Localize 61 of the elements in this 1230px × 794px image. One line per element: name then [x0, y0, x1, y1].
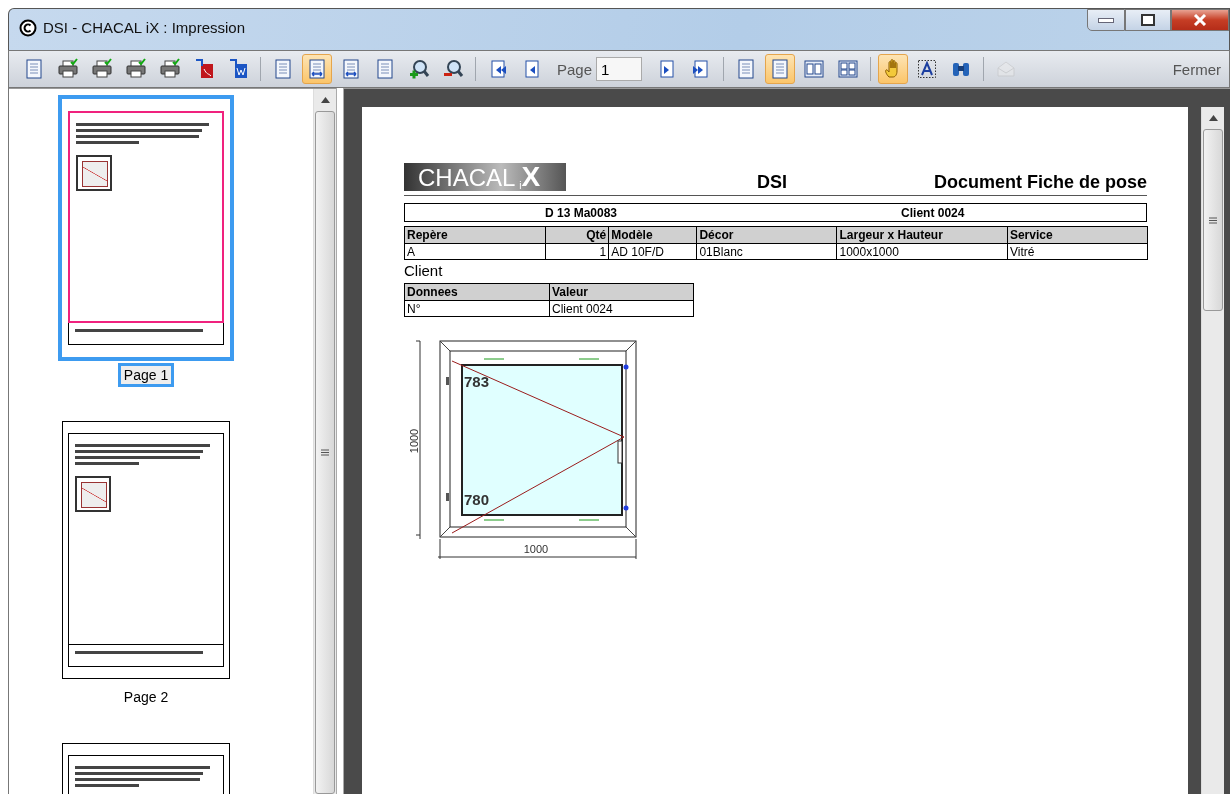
window-title: DSI - CHACAL iX : Impression	[43, 19, 245, 36]
section-heading: Client	[404, 262, 443, 279]
grip-icon	[1209, 216, 1217, 224]
width-dimension: 1000	[523, 543, 549, 555]
text-select-icon	[916, 58, 939, 80]
dimension-label: 783	[464, 373, 490, 390]
word-export-icon	[227, 58, 249, 80]
page-icon	[374, 58, 396, 80]
column-header: Qté	[545, 226, 609, 244]
four-pages-icon	[837, 58, 860, 80]
printer-icon	[125, 58, 147, 80]
page-number-field[interactable]: 1	[596, 57, 643, 81]
zoom-in-icon	[408, 58, 430, 80]
scrollbar[interactable]	[1201, 107, 1224, 794]
page-thumbnail[interactable]	[58, 95, 234, 361]
printer-icon	[57, 58, 79, 80]
zoom-out-icon	[442, 58, 464, 80]
height-dimension: 1000	[408, 428, 420, 454]
scroll-up-icon[interactable]	[1208, 115, 1218, 121]
table-cell: 1	[545, 243, 609, 260]
close-icon	[1193, 14, 1207, 26]
column-header: Service	[1007, 226, 1148, 244]
table-cell: Vitré	[1007, 243, 1148, 260]
table-cell: N°	[404, 300, 550, 317]
table-cell: 1000x1000	[837, 243, 1008, 260]
info-text: Client 0024	[901, 205, 965, 220]
close-preview-button[interactable]: Fermer	[1172, 56, 1221, 82]
printer-icon	[91, 58, 113, 80]
maximize-button[interactable]	[1125, 9, 1171, 31]
scroll-up-icon[interactable]	[320, 97, 330, 103]
continuous-page-button[interactable]	[765, 54, 796, 84]
column-header: Repère	[404, 226, 546, 244]
page-icon	[23, 58, 45, 80]
document-title: Document Fiche de pose	[933, 172, 1147, 193]
dimension-label: 780	[464, 491, 490, 508]
page-width-button[interactable]	[302, 54, 332, 84]
printer-icon	[159, 58, 181, 80]
table-cell: Client 0024	[549, 300, 694, 317]
column-header: Valeur	[549, 283, 694, 301]
column-header: Modèle	[608, 226, 697, 244]
page-fit-icon	[340, 58, 362, 80]
table-cell: A	[404, 243, 546, 260]
page-lines-icon	[272, 58, 294, 80]
two-pages-icon	[803, 58, 826, 80]
table-cell: 01Blanc	[696, 243, 837, 260]
page-label: Page	[557, 60, 593, 78]
close-button[interactable]	[1171, 9, 1229, 31]
scrollbar[interactable]	[313, 89, 336, 794]
grip-icon	[321, 449, 329, 456]
minimize-button[interactable]	[1087, 9, 1125, 31]
page-label[interactable]: Page 2	[117, 685, 175, 709]
pdf-export-icon	[193, 58, 215, 80]
column-header: Décor	[696, 226, 837, 244]
page-label[interactable]: Page 1	[117, 363, 175, 387]
page-width-icon	[306, 58, 328, 80]
info-text: D 13 Ma0083	[545, 205, 618, 220]
table-cell: AD 10F/D	[608, 243, 697, 260]
copyright-icon	[19, 19, 37, 37]
column-header: Donnees	[404, 283, 550, 301]
column-header: Largeur x Hauteur	[837, 226, 1008, 244]
document-subtitle: DSI	[757, 172, 787, 193]
